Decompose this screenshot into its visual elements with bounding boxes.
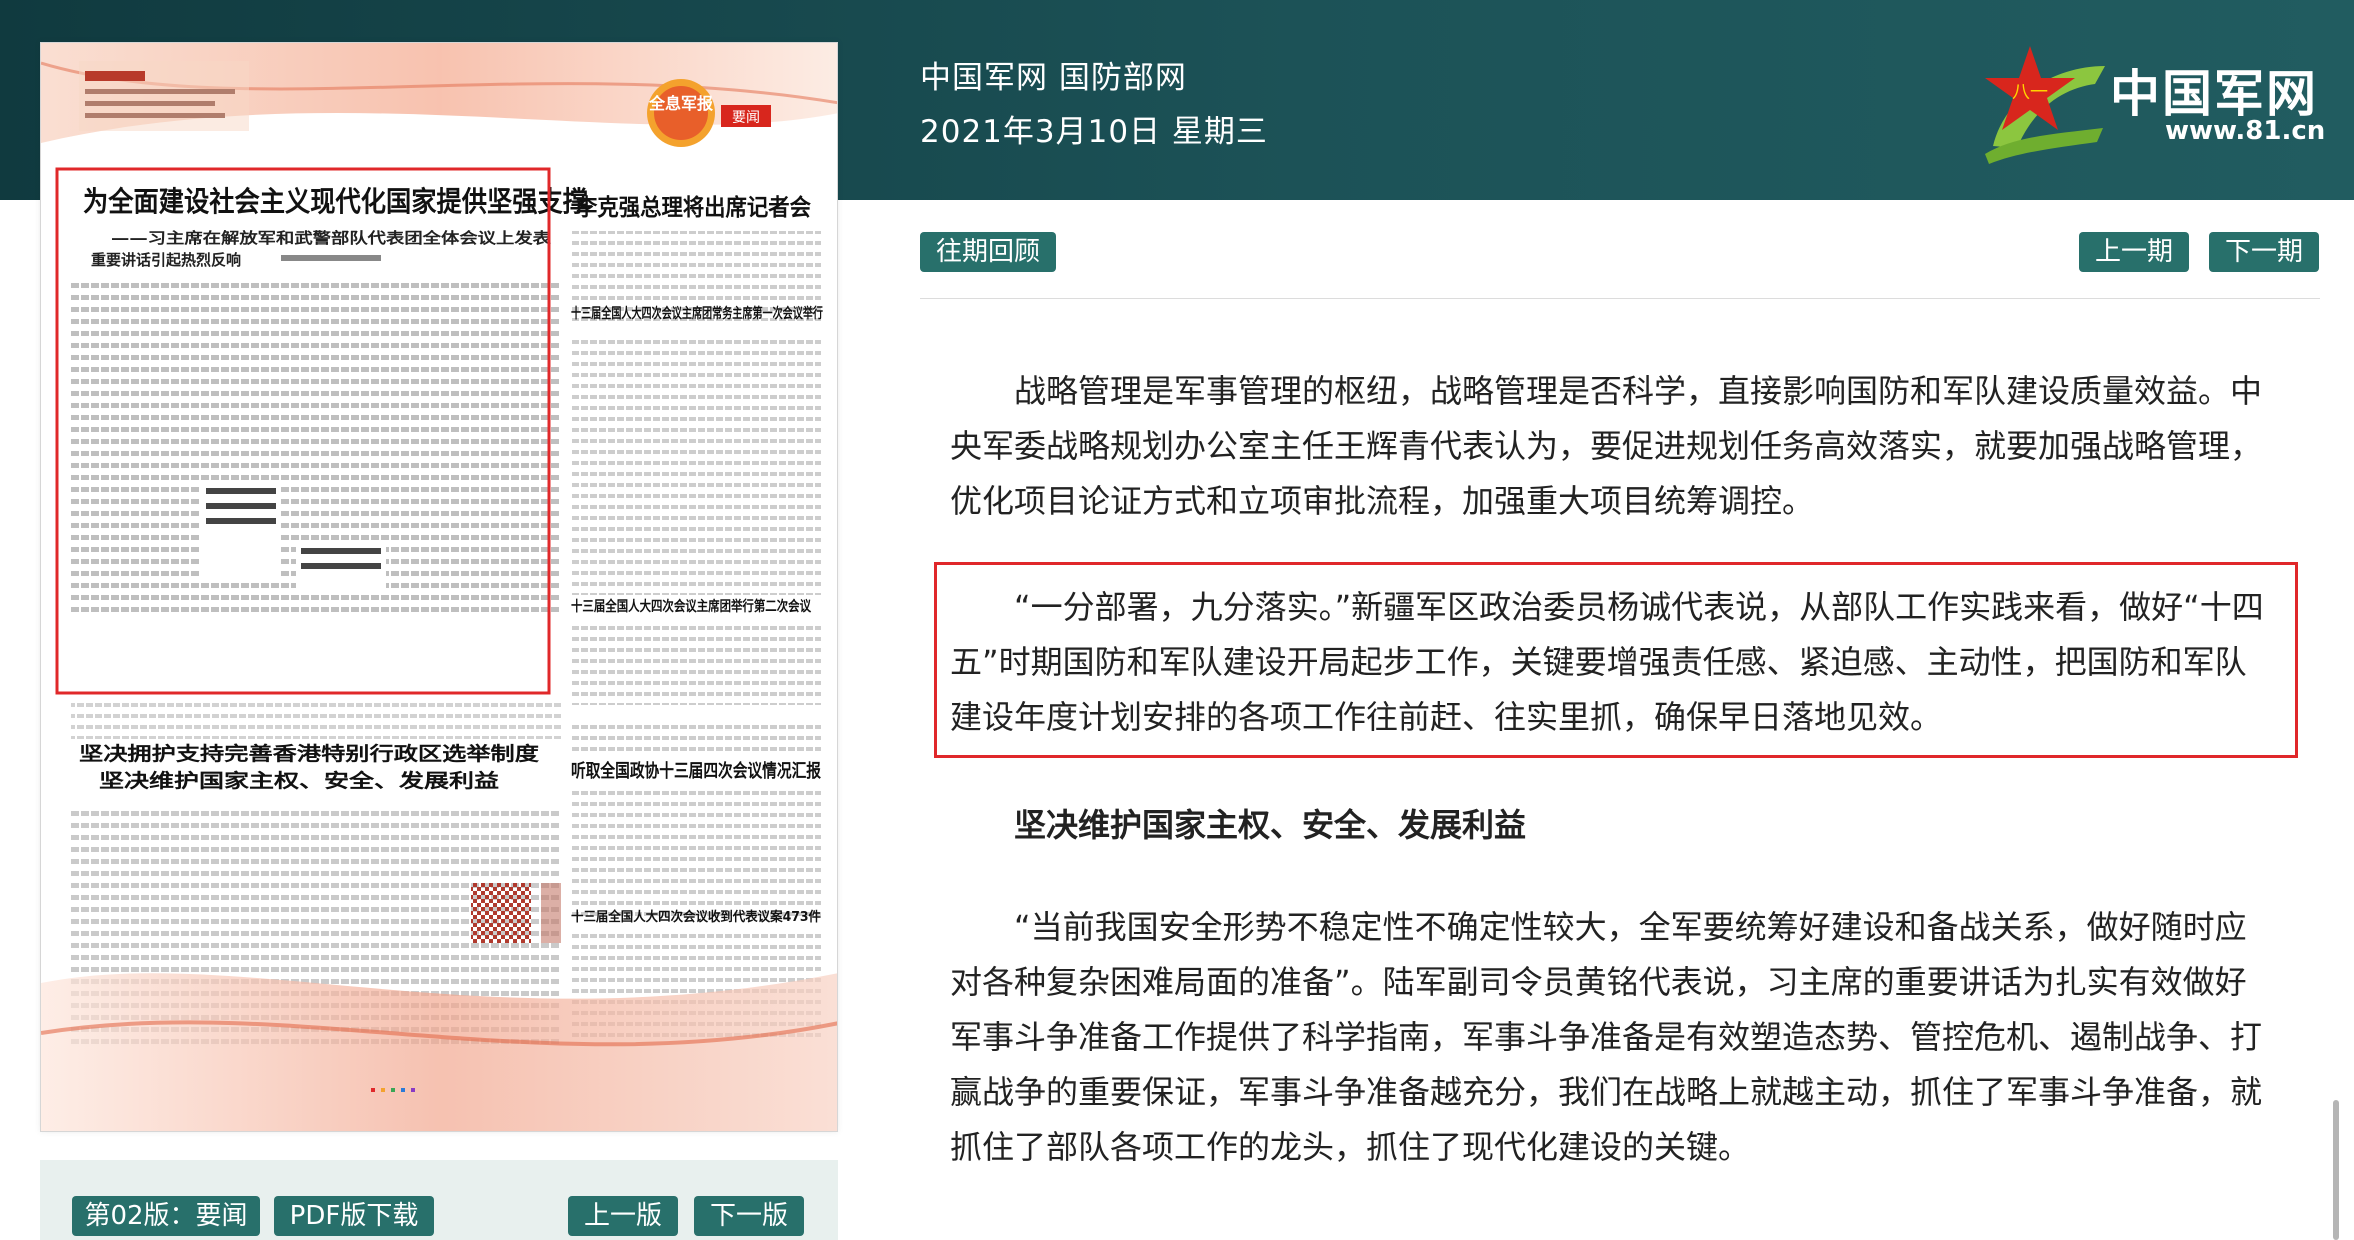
paper-badge-text: 全息军报 xyxy=(648,94,713,113)
newspaper-thumbnail: 全息军报 要闻 为全面建设社会主义现代化国家提供坚强支撑 ——习主席在解放军和武… xyxy=(41,43,837,1131)
article-paragraph-highlighted: “一分部署，九分落实。”新疆军区政治委员杨诚代表说，从部队工作实践来看，做好“十… xyxy=(950,588,2264,736)
logo-url: www.81.cn xyxy=(2165,116,2326,146)
newspaper-page-preview[interactable]: 全息军报 要闻 为全面建设社会主义现代化国家提供坚强支撑 ——习主席在解放军和武… xyxy=(40,42,838,1132)
paper-right-headline-1: 李克强总理将出席记者会 xyxy=(576,194,811,221)
scrollbar-thumb[interactable] xyxy=(2333,1100,2339,1240)
paper-lower-right-headline: 听取全国政协十三届四次会议情况汇报 xyxy=(571,760,821,782)
toolbar-divider xyxy=(920,298,2320,299)
archive-button[interactable]: 往期回顾 xyxy=(920,232,1056,272)
next-issue-button[interactable]: 下一期 xyxy=(2209,232,2319,272)
paper-lower-headline-2: 坚决维护国家主权、安全、发展利益 xyxy=(99,769,499,792)
logo-emblem-icon: 八一 xyxy=(1985,46,2105,164)
paper-main-subhead-2: 重要讲话引起热烈反响 xyxy=(91,251,241,269)
page-number-button[interactable]: 第02版：要闻 xyxy=(72,1196,260,1236)
article-subheading: 坚决维护国家主权、安全、发展利益 xyxy=(1014,806,1527,844)
pdf-download-button[interactable]: PDF版下载 xyxy=(274,1196,434,1236)
site-name[interactable]: 中国军网 国防部网 xyxy=(920,52,1187,97)
paper-right-headline-3: 十三届全国人大四次会议主席团举行第二次会议 xyxy=(571,598,812,615)
paper-lower-headline-1: 坚决拥护支持完善香港特别行政区选举制度 xyxy=(79,742,540,765)
article-paragraph: 战略管理是军事管理的枢纽，战略管理是否科学，直接影响国防和军队建设质量效益。中央… xyxy=(950,372,2263,520)
scrollbar[interactable] xyxy=(2330,300,2348,1240)
previous-issue-button[interactable]: 上一期 xyxy=(2079,232,2189,272)
article-paragraph: “当前我国安全形势不稳定性不确定性较大，全军要统筹好建设和备战关系，做好随时应对… xyxy=(950,908,2263,1166)
paper-right-headline-2: 十三届全国人大四次会议主席团常务主席第一次会议举行 xyxy=(571,305,823,322)
issue-date: 2021年3月10日 星期三 xyxy=(920,114,1268,150)
paper-main-headline: 为全面建设社会主义现代化国家提供坚强支撑 xyxy=(83,185,588,218)
site-logo[interactable]: 八一 中国军网 www.81.cn xyxy=(1975,36,2335,166)
paper-section-tag: 要闻 xyxy=(732,110,760,126)
paper-main-subhead: ——习主席在解放军和武警部队代表团全体会议上发表 xyxy=(111,229,552,247)
paper-lower-right-small: 十三届全国人大四次会议收到代表议案473件 xyxy=(571,909,821,925)
next-page-button[interactable]: 下一版 xyxy=(694,1196,804,1236)
previous-page-button[interactable]: 上一版 xyxy=(568,1196,678,1236)
logo-star-text: 八一 xyxy=(2012,82,2048,103)
